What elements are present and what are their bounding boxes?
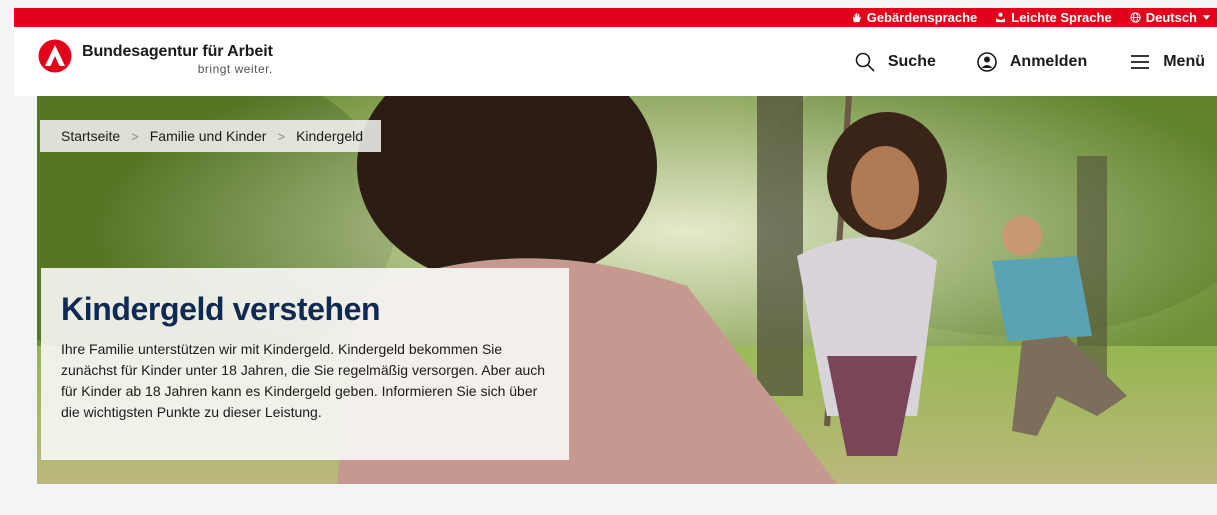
user-circle-icon bbox=[977, 51, 997, 72]
ba-logo bbox=[38, 39, 72, 73]
breadcrumb-item-startseite[interactable]: Startseite bbox=[61, 128, 120, 144]
search-icon bbox=[855, 52, 875, 72]
breadcrumb-item-familie-und-kinder[interactable]: Familie und Kinder bbox=[150, 128, 267, 144]
hero-banner: Startseite > Familie und Kinder > Kinder… bbox=[37, 96, 1217, 484]
globe-icon bbox=[1130, 12, 1141, 23]
easy-language-link[interactable]: Leichte Sprache bbox=[995, 10, 1112, 25]
breadcrumb-separator: > bbox=[131, 128, 139, 144]
main-nav: Suche Anmelden Menü bbox=[854, 27, 1217, 96]
sign-language-link[interactable]: Gebärdensprache bbox=[851, 10, 978, 25]
easy-language-label: Leichte Sprache bbox=[1011, 10, 1112, 25]
brand-name: Bundesagentur für Arbeit bbox=[82, 43, 273, 60]
search-label: Suche bbox=[887, 52, 936, 70]
language-selector[interactable]: Deutsch bbox=[1130, 10, 1211, 25]
breadcrumb-item-kindergeld: Kindergeld bbox=[296, 128, 363, 144]
search-button[interactable]: Suche bbox=[854, 51, 936, 73]
easy-language-icon bbox=[996, 12, 1006, 23]
language-label: Deutsch bbox=[1145, 10, 1197, 25]
hamburger-icon bbox=[1131, 54, 1150, 69]
hand-icon bbox=[852, 12, 861, 23]
home-logo-link[interactable]: Bundesagentur für Arbeit bringt weiter. bbox=[38, 39, 273, 75]
login-button[interactable]: Anmelden bbox=[976, 51, 1087, 73]
sign-language-label: Gebärdensprache bbox=[866, 10, 978, 25]
brand-claim: bringt weiter. bbox=[197, 62, 273, 76]
login-label: Anmelden bbox=[1009, 52, 1088, 70]
menu-button[interactable]: Menü bbox=[1129, 51, 1205, 73]
intro-card: Kindergeld verstehen Ihre Familie unters… bbox=[41, 268, 569, 460]
page-title: Kindergeld verstehen bbox=[61, 291, 381, 327]
chevron-down-icon bbox=[1202, 15, 1211, 20]
menu-label: Menü bbox=[1163, 52, 1205, 70]
site-header: Bundesagentur für Arbeit bringt weiter. … bbox=[14, 27, 1217, 96]
utility-bar: Gebärdensprache Leichte Sprache Deutsch bbox=[14, 8, 1217, 27]
breadcrumb: Startseite > Familie und Kinder > Kinder… bbox=[40, 120, 381, 152]
breadcrumb-separator: > bbox=[277, 128, 286, 144]
intro-text: Ihre Familie unterstützen wir mit Kinder… bbox=[61, 341, 546, 421]
